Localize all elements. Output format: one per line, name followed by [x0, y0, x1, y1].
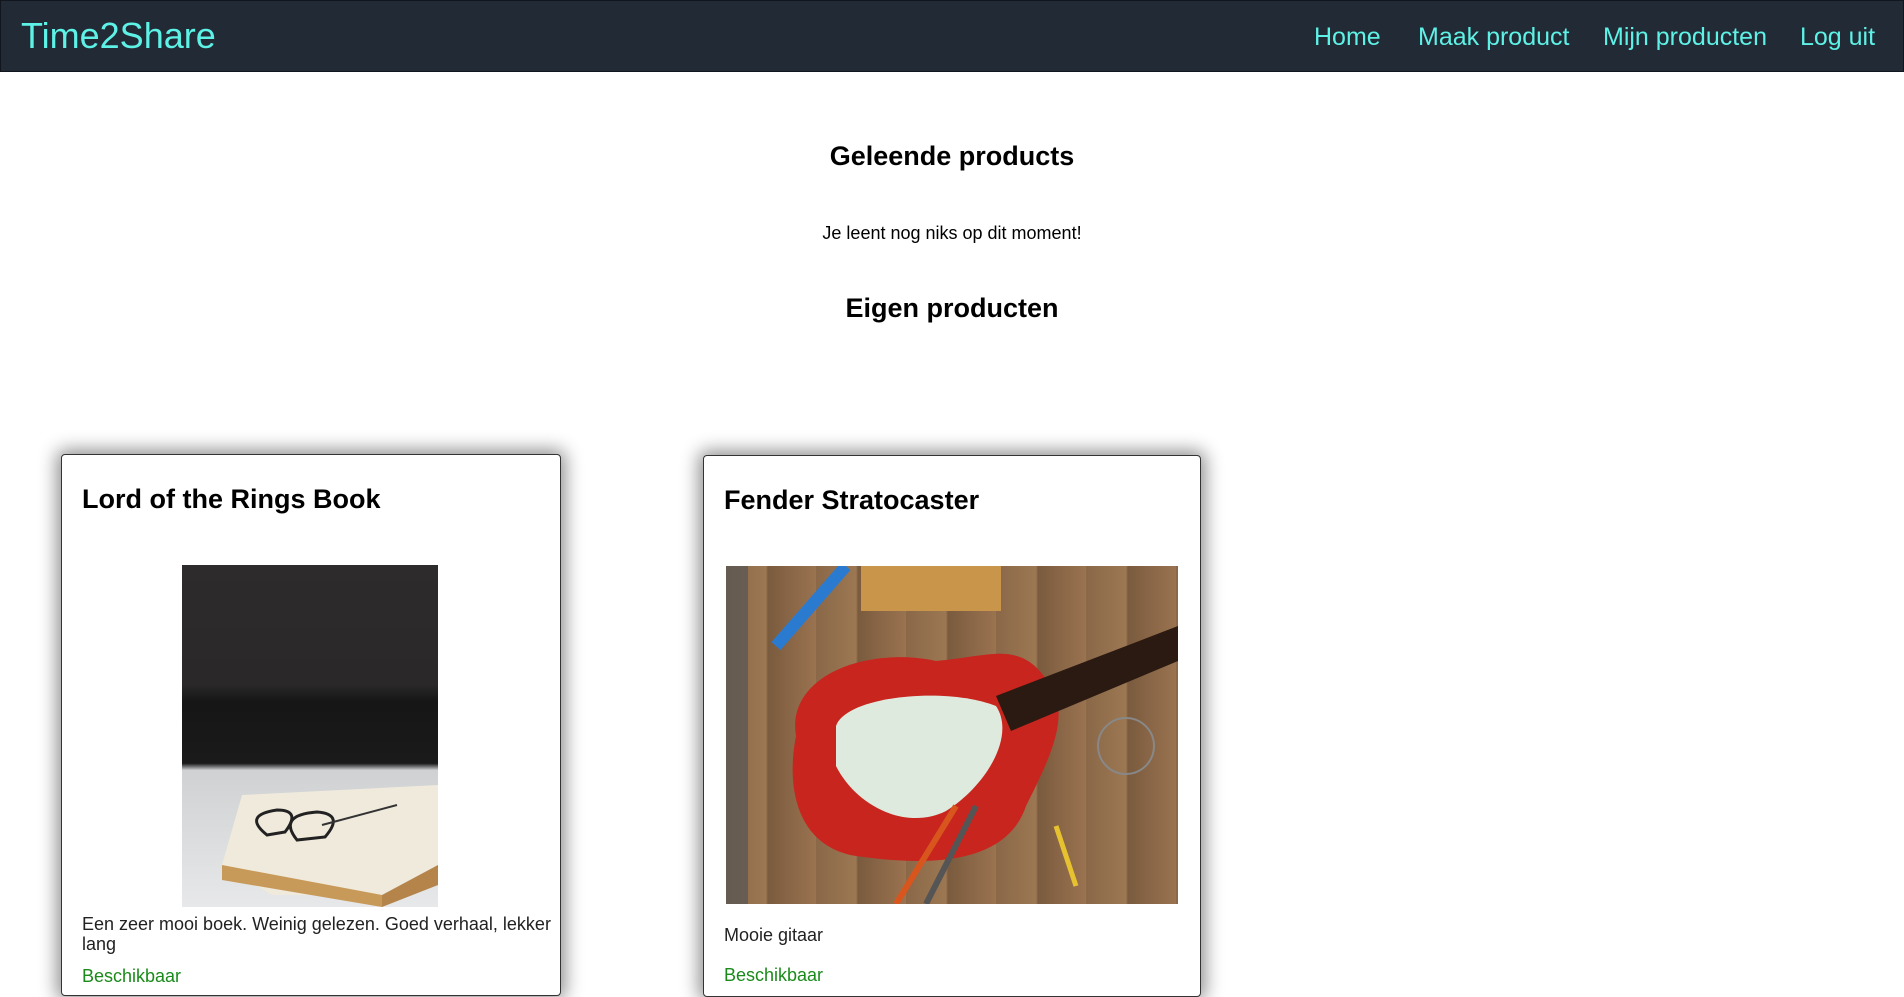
product-description: Een zeer mooi boek. Weinig gelezen. Goed… — [82, 914, 551, 954]
own-products-heading: Eigen producten — [845, 293, 1059, 323]
nav-log-uit-link[interactable]: Log uit — [1800, 23, 1875, 51]
borrowed-empty-message: Je leent nog niks op dit moment! — [822, 223, 1082, 243]
product-title: Fender Stratocaster — [724, 485, 980, 515]
product-status: Beschikbaar — [82, 966, 182, 986]
nav-maak-product-link[interactable]: Maak product — [1418, 23, 1569, 51]
product-card: Lord of the Rings Book Een zeer mooi boe… — [61, 454, 561, 996]
product-title: Lord of the Rings Book — [82, 484, 381, 514]
product-card: Fender Stratocaster Mooie gitaar Beschik… — [703, 455, 1201, 997]
guitar-photo — [726, 566, 1178, 904]
product-status: Beschikbaar — [724, 965, 824, 985]
navbar: Time2Share Home Maak product Mijn produc… — [0, 0, 1904, 72]
product-description: Mooie gitaar — [724, 925, 824, 945]
book-photo — [182, 565, 438, 907]
borrowed-products-heading: Geleende products — [829, 141, 1075, 171]
brand-link[interactable]: Time2Share — [21, 17, 216, 55]
nav-mijn-producten-link[interactable]: Mijn producten — [1603, 23, 1767, 51]
nav-home-link[interactable]: Home — [1314, 23, 1381, 51]
